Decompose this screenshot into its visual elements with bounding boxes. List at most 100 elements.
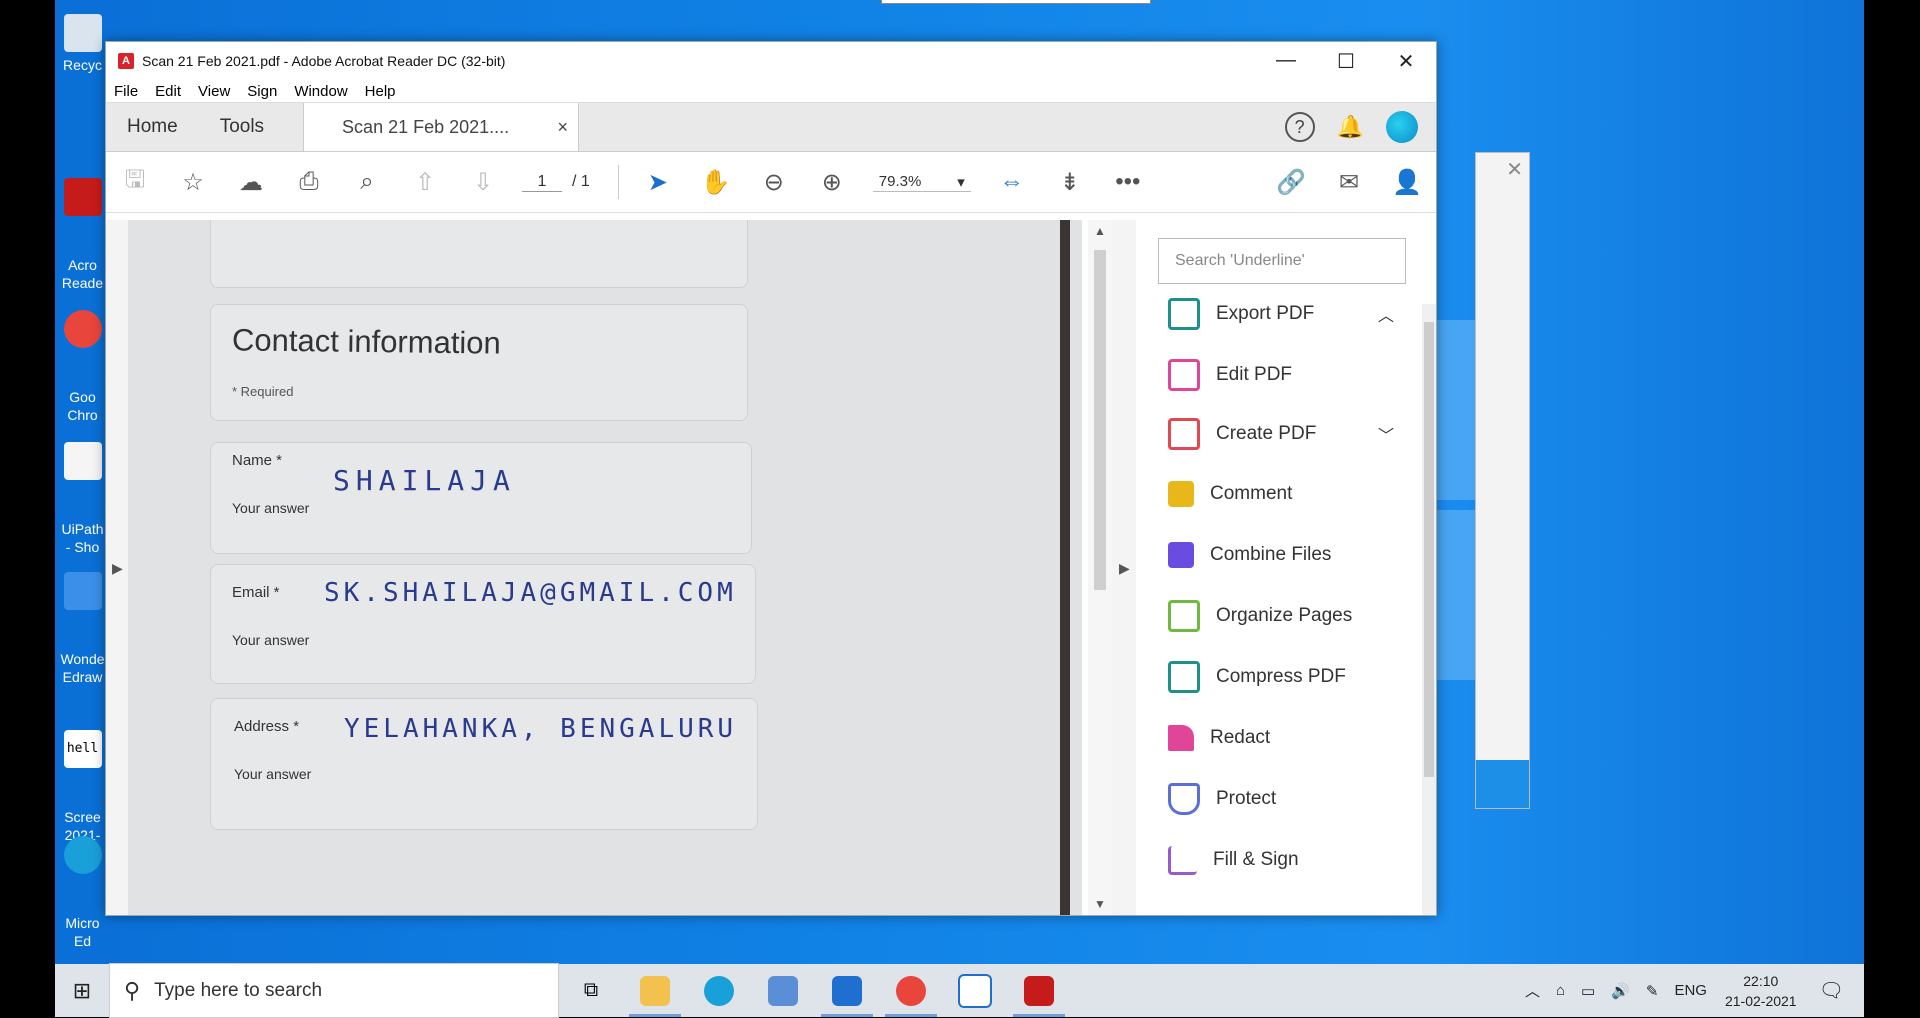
upload-cloud-icon[interactable]: ☁	[222, 168, 280, 197]
close-icon[interactable]: ✕	[1506, 157, 1523, 182]
chevron-up-icon[interactable]: ︿	[1525, 980, 1540, 1001]
form-card-header	[210, 304, 748, 421]
menu-view[interactable]: View	[198, 83, 230, 100]
more-tools-icon[interactable]: •••	[1099, 168, 1157, 196]
background-window[interactable]: ✕	[1475, 152, 1530, 809]
tab-home[interactable]: Home	[106, 103, 199, 151]
taskbar-search[interactable]: ⚲ Type here to search	[109, 963, 559, 1018]
scroll-up-icon[interactable]: ▲	[1094, 224, 1106, 238]
bookmark-star-icon[interactable]: ☆	[164, 168, 222, 197]
edraw-icon	[63, 572, 102, 610]
taskbar-uipath-2[interactable]	[943, 964, 1007, 1017]
combine-files-icon	[1168, 542, 1194, 568]
menu-file[interactable]: File	[114, 83, 138, 100]
scroll-mode-icon[interactable]: ⇟	[1041, 168, 1099, 197]
uipath-icon	[832, 975, 862, 1006]
chevron-up-icon[interactable]: ︿	[1378, 302, 1394, 326]
add-user-icon[interactable]: 👤	[1378, 168, 1436, 197]
desktop-icon-recycle-bin[interactable]: Recyc	[55, 14, 110, 74]
scroll-down-icon[interactable]: ▼	[1094, 897, 1106, 911]
taskbar: ⊞ ⚲ Type here to search ⧉ ︿ ⌂ ▭ 🔊 ✎ ENG …	[55, 963, 1864, 1018]
taskbar-file-explorer[interactable]	[623, 964, 687, 1017]
tool-protect[interactable]: Protect	[1168, 783, 1276, 815]
tools-panel-scrollbar[interactable]	[1422, 304, 1436, 915]
desktop-icon-edge[interactable]: Micro Ed	[55, 800, 110, 986]
tab-tools[interactable]: Tools	[199, 103, 285, 151]
bell-icon[interactable]: 🔔	[1337, 114, 1364, 140]
tool-edit-pdf[interactable]: Edit PDF	[1168, 359, 1292, 391]
tool-comment[interactable]: Comment	[1168, 479, 1292, 509]
menu-sign[interactable]: Sign	[247, 83, 277, 100]
taskbar-edge[interactable]	[687, 964, 751, 1017]
fill-sign-icon	[1168, 845, 1197, 875]
email-answer-label: Your answer	[232, 632, 310, 648]
next-page-icon[interactable]: ⇩	[454, 168, 512, 197]
taskbar-acrobat[interactable]	[1007, 964, 1071, 1017]
top-widget	[881, 0, 1151, 4]
address-answer-label: Your answer	[234, 766, 312, 782]
menu-help[interactable]: Help	[365, 83, 396, 100]
menu-window[interactable]: Window	[294, 83, 347, 100]
taskbar-uipath[interactable]	[815, 964, 879, 1017]
taskbar-app[interactable]	[751, 964, 815, 1017]
tool-compress-pdf[interactable]: Compress PDF	[1168, 661, 1346, 693]
task-view-button[interactable]: ⧉	[559, 964, 623, 1017]
zoom-out-icon[interactable]: ⊖	[745, 168, 803, 197]
tool-fill-sign[interactable]: Fill & Sign	[1168, 845, 1299, 875]
pen-icon[interactable]: ✎	[1646, 982, 1659, 1000]
menu-edit[interactable]: Edit	[155, 83, 181, 100]
tools-search-input[interactable]: Search 'Underline'	[1158, 238, 1406, 284]
clock[interactable]: 22:10 21-02-2021	[1725, 971, 1797, 1011]
hand-tool-icon[interactable]: ✋	[687, 168, 745, 197]
taskbar-chrome[interactable]	[879, 964, 943, 1017]
pdf-page[interactable]: Contact information * Required Name * Yo…	[128, 220, 1082, 915]
right-panel-toggle[interactable]: ▶	[1112, 220, 1137, 915]
minimize-button[interactable]: —	[1256, 49, 1316, 74]
start-button[interactable]: ⊞	[55, 978, 109, 1004]
page-number-input[interactable]: 1	[522, 173, 562, 192]
share-link-icon[interactable]: 🔗	[1262, 168, 1320, 197]
zoom-select[interactable]: 79.3% ▾	[872, 172, 971, 192]
organize-pages-icon	[1168, 600, 1200, 632]
notification-icon[interactable]: 🗨	[1819, 978, 1844, 1003]
chrome-icon	[63, 310, 102, 348]
maximize-button[interactable]: ☐	[1316, 49, 1376, 74]
previous-page-icon[interactable]: ⇧	[396, 168, 454, 197]
name-answer-label: Your answer	[232, 500, 310, 516]
tool-create-pdf[interactable]: Create PDF ﹀	[1168, 418, 1394, 450]
acrobat-icon	[63, 178, 102, 216]
email-icon[interactable]: ✉	[1320, 168, 1378, 197]
network-icon[interactable]: ⌂	[1556, 982, 1565, 999]
volume-icon[interactable]: 🔊	[1611, 982, 1630, 1000]
shield-icon	[1168, 783, 1200, 815]
document-scrollbar[interactable]: ▲ ▼	[1088, 220, 1112, 915]
title-bar: A Scan 21 Feb 2021.pdf - Adobe Acrobat R…	[106, 42, 1436, 80]
language-indicator[interactable]: ENG	[1674, 982, 1707, 999]
chevron-down-icon[interactable]: ﹀	[1378, 422, 1394, 446]
fit-page-icon[interactable]: ⇔	[983, 168, 1041, 196]
left-panel-toggle[interactable]: ▶	[106, 220, 128, 915]
close-button[interactable]: ✕	[1376, 49, 1436, 74]
tab-document[interactable]: Scan 21 Feb 2021.... ×	[303, 103, 580, 151]
acrobat-app-icon: A	[118, 53, 134, 69]
edge-icon	[63, 836, 102, 874]
tool-redact[interactable]: Redact	[1168, 723, 1270, 753]
help-icon[interactable]: ?	[1284, 112, 1315, 142]
print-icon[interactable]: ⎙	[280, 168, 338, 196]
scroll-thumb[interactable]	[1094, 250, 1106, 590]
zoom-in-icon[interactable]: ⊕	[803, 168, 861, 197]
tool-organize-pages[interactable]: Organize Pages	[1168, 600, 1352, 632]
search-icon[interactable]: ⌕	[338, 168, 396, 196]
tool-export-pdf[interactable]: Export PDF ︿	[1168, 298, 1394, 330]
select-cursor-icon[interactable]: ➤	[629, 168, 687, 197]
tool-combine-files[interactable]: Combine Files	[1168, 540, 1331, 570]
battery-icon[interactable]: ▭	[1581, 982, 1595, 1000]
page-total: / 1	[572, 173, 590, 190]
create-pdf-icon	[1168, 418, 1200, 450]
close-tab-icon[interactable]: ×	[558, 117, 569, 138]
save-icon[interactable]: 🖫	[106, 162, 164, 203]
avatar[interactable]	[1386, 111, 1418, 143]
zoom-value: 79.3%	[878, 172, 922, 190]
edit-pdf-icon	[1168, 359, 1200, 391]
address-label: Address *	[234, 718, 300, 735]
